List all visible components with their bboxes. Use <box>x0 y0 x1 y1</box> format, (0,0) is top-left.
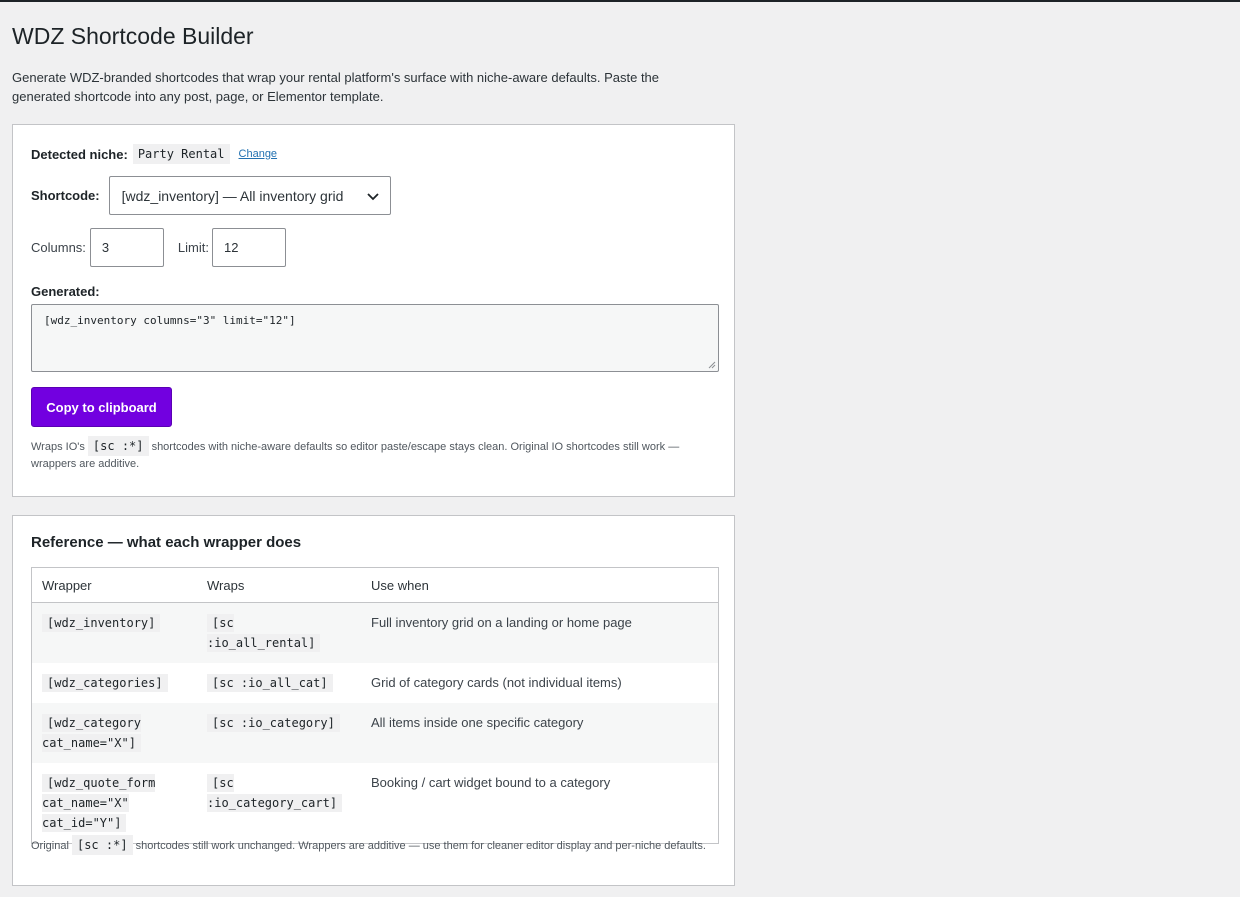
generated-label: Generated: <box>31 284 100 299</box>
table-row: [wdz_category cat_name="X"] [sc :io_cate… <box>31 703 719 763</box>
shortcode-row: Shortcode: [wdz_inventory] — All invento… <box>31 176 391 215</box>
wraps-cell: [sc :io_all_rental] <box>197 603 361 664</box>
wraps-cell: [sc :io_all_cat] <box>197 663 361 703</box>
wraps-code: [sc :io_all_rental] <box>207 614 321 652</box>
change-niche-link[interactable]: Change <box>239 148 278 160</box>
columns-label: Columns: <box>31 240 86 255</box>
foot-prefix: Original <box>31 840 69 852</box>
wrapper-code: [wdz_category cat_name="X"] <box>42 714 141 752</box>
wrapper-code: [wdz_categories] <box>42 674 168 692</box>
reference-card: Reference — what each wrapper does Wrapp… <box>12 515 735 886</box>
columns-input[interactable]: 3 <box>89 228 164 267</box>
use-when-cell: Full inventory grid on a landing or home… <box>371 615 632 630</box>
limit-input[interactable]: 12 <box>211 228 286 267</box>
page-title: WDZ Shortcode Builder <box>12 23 254 49</box>
niche-label: Detected niche: <box>31 146 128 162</box>
foot-suffix: shortcodes still work unchanged. Wrapper… <box>135 840 706 852</box>
builder-card: Detected niche: Party Rental Change Shor… <box>12 124 735 497</box>
wraps-cell: [sc :io_category_cart] <box>197 763 361 844</box>
table-row: [wdz_quote_form cat_name="X" cat_id="Y"]… <box>32 763 719 844</box>
foot-code: [sc :*] <box>71 835 133 855</box>
builder-note: Wraps IO's [sc :*] shortcodes with niche… <box>31 436 721 473</box>
shortcode-select[interactable]: [wdz_inventory] — All inventory grid <box>108 176 391 215</box>
limit-label: Limit: <box>177 240 209 255</box>
wrapper-cell: [wdz_category cat_name="X"] <box>32 703 198 763</box>
wraps-code: [sc :io_all_cat] <box>207 674 333 692</box>
generated-label-row: Generated: <box>31 284 100 299</box>
dimensions-row: Columns: 3 Limit: 12 <box>31 228 286 267</box>
page-intro: Generate WDZ-branded shortcodes that wra… <box>12 70 660 104</box>
chevron-down-icon <box>366 192 379 200</box>
resize-grip-icon[interactable] <box>708 361 716 369</box>
note-prefix: Wraps IO's <box>31 441 85 453</box>
wrapper-cell: [wdz_quote_form cat_name="X" cat_id="Y"] <box>32 763 198 844</box>
shortcode-label: Shortcode: <box>31 188 100 203</box>
niche-value: Party Rental <box>132 144 230 164</box>
reference-table: Wrapper Wraps Use when [wdz_inventory] [… <box>31 567 719 844</box>
wraps-cell: [sc :io_category] <box>197 703 361 763</box>
column-header-use-when: Use when <box>361 567 719 603</box>
copy-to-clipboard-button[interactable]: Copy to clipboard <box>31 387 172 427</box>
column-header-wraps: Wraps <box>197 567 361 603</box>
reference-footnote: Original [sc :*] shortcodes still work u… <box>31 835 706 855</box>
wraps-code: [sc :io_category] <box>207 714 340 732</box>
table-header-row: Wrapper Wraps Use when <box>31 567 719 603</box>
niche-row: Detected niche: Party Rental Change <box>31 144 277 164</box>
note-code: [sc :*] <box>87 436 149 456</box>
generated-shortcode-text: [wdz_inventory columns="3" limit="12"] <box>44 314 296 327</box>
wrapper-code: [wdz_inventory] <box>42 614 161 632</box>
wraps-code: [sc :io_category_cart] <box>207 774 343 812</box>
wrapper-code: [wdz_quote_form cat_name="X" cat_id="Y"] <box>42 774 156 832</box>
reference-heading: Reference — what each wrapper does <box>31 534 302 551</box>
use-when-cell: Grid of category cards (not individual i… <box>371 675 622 690</box>
generated-shortcode-textarea[interactable]: [wdz_inventory columns="3" limit="12"] <box>31 304 719 372</box>
column-header-wrapper: Wrapper <box>31 567 197 603</box>
table-row: [wdz_categories] [sc :io_all_cat] Grid o… <box>32 663 719 703</box>
use-when-cell: All items inside one specific category <box>371 715 584 730</box>
shortcode-selected-value: [wdz_inventory] — All inventory grid <box>121 187 344 204</box>
use-when-cell: Booking / cart widget bound to a categor… <box>371 775 611 790</box>
wrapper-cell: [wdz_inventory] <box>32 603 198 664</box>
wrapper-cell: [wdz_categories] <box>32 663 198 703</box>
table-row: [wdz_inventory] [sc :io_all_rental] Full… <box>31 602 719 664</box>
